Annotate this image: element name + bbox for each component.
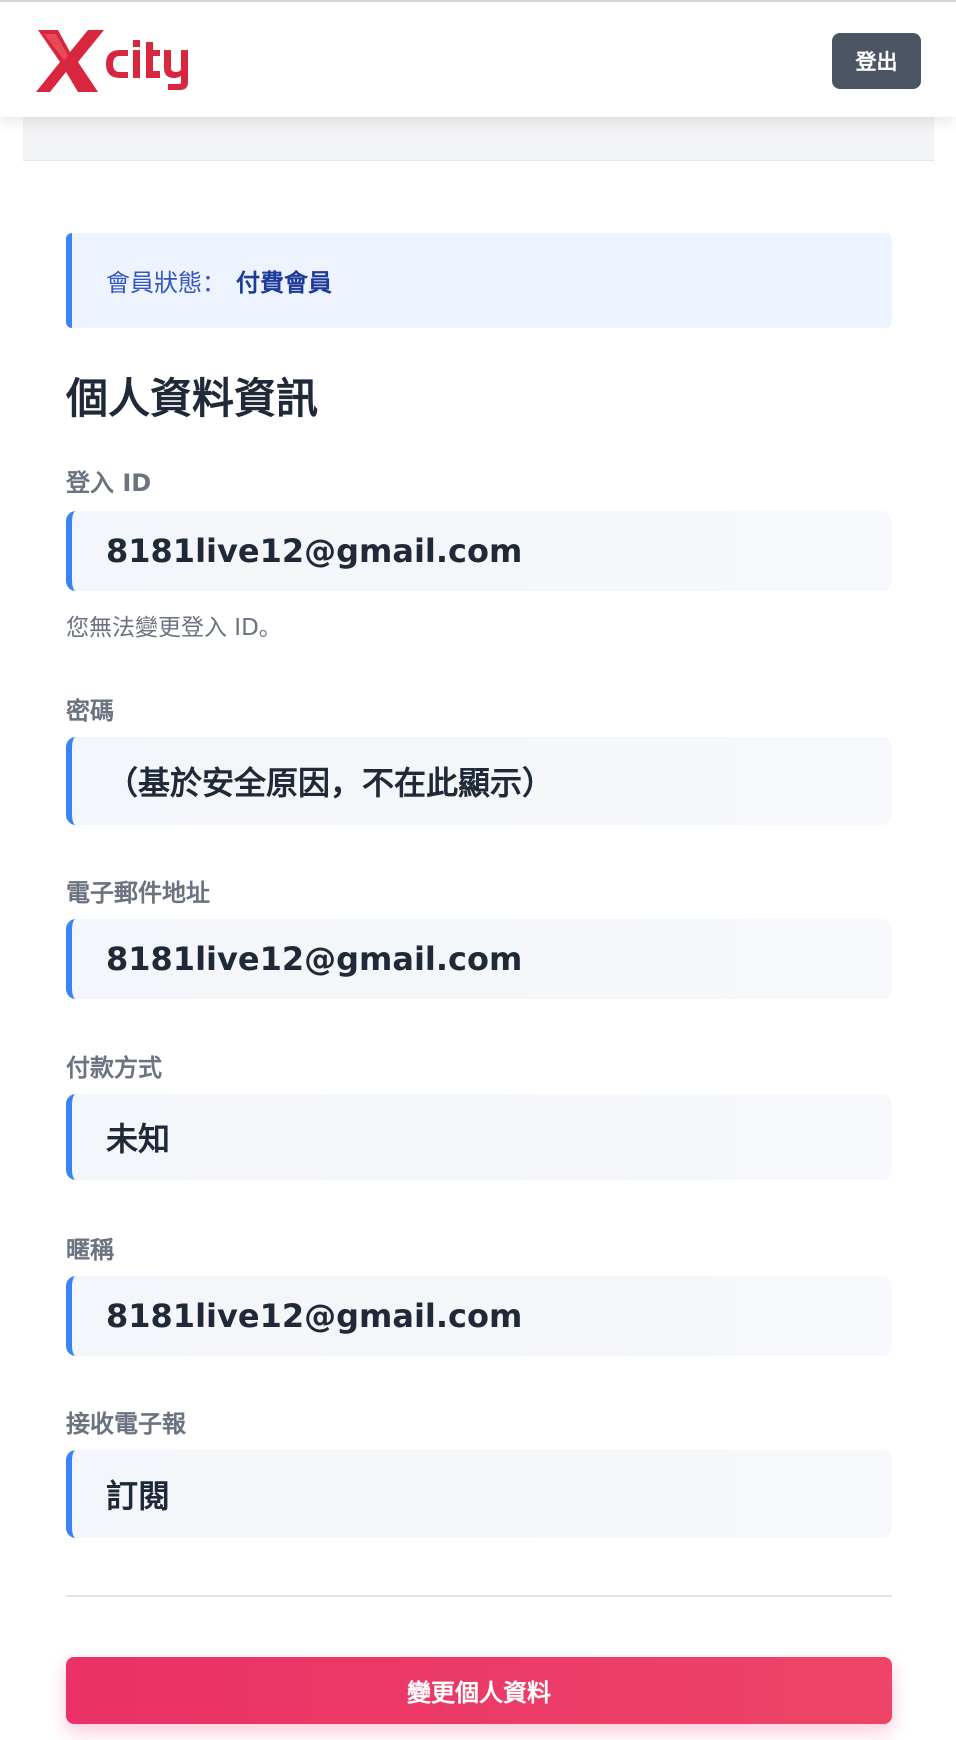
- password-field: （基於安全原因，不在此顯示）: [66, 737, 892, 825]
- email-field: 8181live12@gmail.com: [66, 919, 892, 999]
- page-title: 個人資料資訊: [66, 374, 319, 423]
- login-id-field: 8181live12@gmail.com: [66, 511, 892, 591]
- logout-button[interactable]: 登出: [832, 33, 921, 89]
- payment-method-field: 未知: [66, 1094, 892, 1180]
- membership-status-label: 會員狀態：: [106, 269, 226, 297]
- login-id-label: 登入 ID: [66, 469, 152, 497]
- nickname-field: 8181live12@gmail.com: [66, 1276, 892, 1356]
- password-label: 密碼: [66, 697, 114, 725]
- nickname-label: 暱稱: [66, 1236, 114, 1264]
- xcity-logo[interactable]: [36, 24, 222, 98]
- membership-status-banner: 會員狀態： 付費會員: [66, 233, 892, 328]
- edit-profile-button[interactable]: 變更個人資料: [66, 1657, 892, 1724]
- profile-page: 登出 會員狀態： 付費會員 個人資料資訊 登入 ID 8181live12@gm…: [0, 0, 956, 1740]
- newsletter-field: 訂閱: [66, 1450, 892, 1538]
- header-band: [23, 117, 934, 161]
- login-id-help-text: 您無法變更登入 ID。: [66, 615, 282, 641]
- newsletter-label: 接收電子報: [66, 1410, 186, 1438]
- membership-status-value: 付費會員: [236, 269, 332, 297]
- site-header: 登出: [0, 0, 956, 117]
- payment-method-label: 付款方式: [66, 1054, 162, 1082]
- email-label: 電子郵件地址: [66, 879, 210, 907]
- section-divider: [66, 1595, 892, 1597]
